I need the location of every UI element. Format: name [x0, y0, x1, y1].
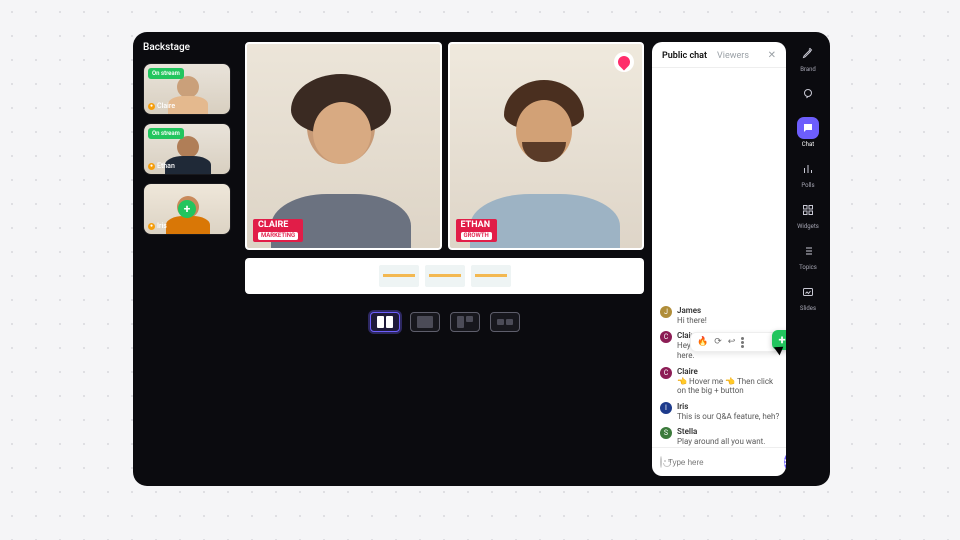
chat-message: I IrisThis is our Q&A feature, heh? — [660, 402, 780, 422]
add-to-stream-button[interactable]: + — [178, 200, 196, 218]
avatar: S — [660, 427, 672, 439]
grid-icon — [797, 199, 819, 221]
layout-grid-4[interactable] — [490, 312, 520, 332]
chat-panel: Public chat Viewers ✕ J JamesHi there! C… — [652, 42, 786, 476]
layout-switcher — [245, 312, 644, 332]
send-button[interactable] — [784, 454, 786, 470]
emoji-icon[interactable] — [660, 456, 662, 468]
right-rail: Brand Chat Polls Widgets Topics Slides — [786, 32, 830, 486]
rail-polls[interactable]: Polls — [791, 158, 825, 189]
tile-name-tag: ETHAN GROWTH — [456, 219, 497, 242]
tab-viewers[interactable]: Viewers — [717, 51, 749, 61]
rail-brand[interactable]: Brand — [791, 42, 825, 73]
chat-message: S StellaPlay around all you want. — [660, 427, 780, 447]
chat-input-row — [652, 447, 786, 476]
rail-topics[interactable]: Topics — [791, 240, 825, 271]
rail-widgets[interactable]: Widgets — [791, 199, 825, 230]
on-stream-badge: On stream — [148, 128, 184, 139]
chat-icon — [797, 117, 819, 139]
app-window: Backstage On stream ●Claire On stream ●E… — [133, 32, 830, 486]
bubble-icon — [797, 83, 819, 105]
chat-message: C Claire👈 Hover me 👈 Then click on the b… — [660, 367, 780, 396]
rail-slides[interactable]: Slides — [791, 281, 825, 312]
more-icon[interactable] — [741, 337, 744, 348]
video-tiles: CLAIRE MARKETING ETHAN GROWTH — [245, 42, 644, 250]
rail-chat[interactable]: Chat — [791, 117, 825, 148]
close-icon[interactable]: ✕ — [768, 50, 776, 61]
backstage-title: Backstage — [143, 42, 231, 53]
cursor-icon — [776, 344, 786, 356]
list-icon — [797, 240, 819, 262]
chat-messages[interactable]: J JamesHi there! C ClaireHey! We love to… — [652, 68, 786, 447]
bars-icon — [797, 158, 819, 180]
avatar: C — [660, 331, 672, 343]
slide-thumb[interactable] — [471, 265, 511, 287]
edit-icon — [797, 42, 819, 64]
backstage-card-claire[interactable]: On stream ●Claire — [143, 63, 231, 115]
image-icon — [797, 281, 819, 303]
brand-watermark-icon — [614, 52, 634, 72]
tab-public-chat[interactable]: Public chat — [662, 51, 707, 61]
layout-pip[interactable] — [410, 312, 440, 332]
stage-area: CLAIRE MARKETING ETHAN GROWTH — [237, 32, 652, 486]
layout-grid-3[interactable] — [450, 312, 480, 332]
message-actions-toolbar[interactable]: 🔥 ⟳ ↩ — [690, 332, 780, 352]
mic-icon: ● — [148, 223, 155, 230]
rail-bubble[interactable] — [791, 83, 825, 107]
on-stream-badge: On stream — [148, 68, 184, 79]
slide-thumb[interactable] — [379, 265, 419, 287]
backstage-card-ethan[interactable]: On stream ●Ethan — [143, 123, 231, 175]
chat-tabs: Public chat Viewers ✕ — [652, 42, 786, 68]
tile-name-tag: CLAIRE MARKETING — [253, 219, 303, 242]
mic-icon: ● — [148, 163, 155, 170]
chat-message: J JamesHi there! — [660, 306, 780, 326]
fire-icon[interactable]: 🔥 — [697, 337, 708, 347]
video-tile-claire[interactable]: CLAIRE MARKETING — [245, 42, 442, 250]
slide-thumb[interactable] — [425, 265, 465, 287]
backstage-panel: Backstage On stream ●Claire On stream ●E… — [133, 32, 237, 486]
chat-input[interactable] — [668, 458, 778, 467]
avatar: I — [660, 402, 672, 414]
mic-icon: ● — [148, 103, 155, 110]
layout-split-2[interactable] — [370, 312, 400, 332]
reply-icon[interactable]: ↩ — [728, 337, 736, 347]
avatar: C — [660, 367, 672, 379]
refresh-icon[interactable]: ⟳ — [714, 337, 722, 347]
slide-strip — [245, 258, 644, 294]
backstage-card-iris[interactable]: + ●Iris — [143, 183, 231, 235]
video-tile-ethan[interactable]: ETHAN GROWTH — [448, 42, 645, 250]
avatar: J — [660, 306, 672, 318]
